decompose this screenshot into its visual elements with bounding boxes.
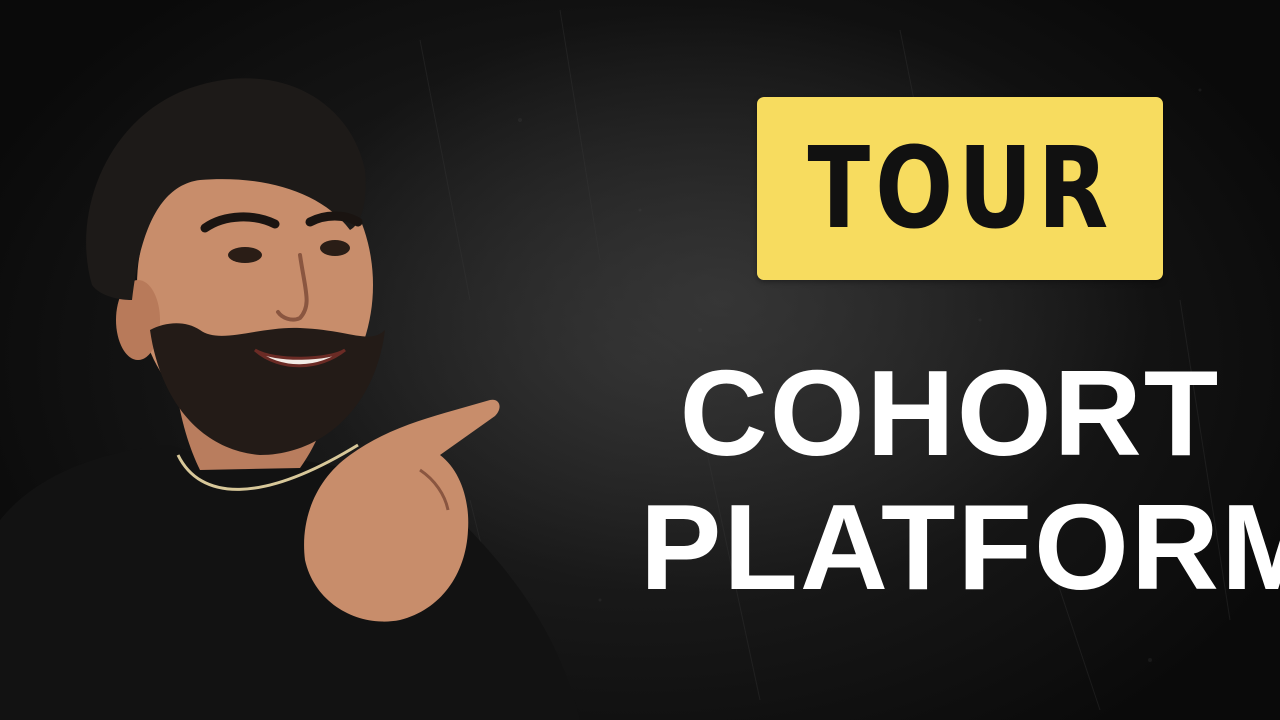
presenter-illustration [0,78,580,720]
tour-badge-label: TOUR [807,123,1113,254]
thumbnail-canvas: TOUR COHORT PLATFORM [0,0,1280,720]
tshirt-shape [0,445,580,720]
headline-line-2: PLATFORM [640,479,1280,615]
tour-badge: TOUR [757,97,1163,280]
eye-right [320,240,350,256]
headline: COHORT PLATFORM [640,345,1280,615]
headline-line-1: COHORT [679,345,1221,481]
eye-left [228,247,262,263]
beard-shape [150,323,385,455]
